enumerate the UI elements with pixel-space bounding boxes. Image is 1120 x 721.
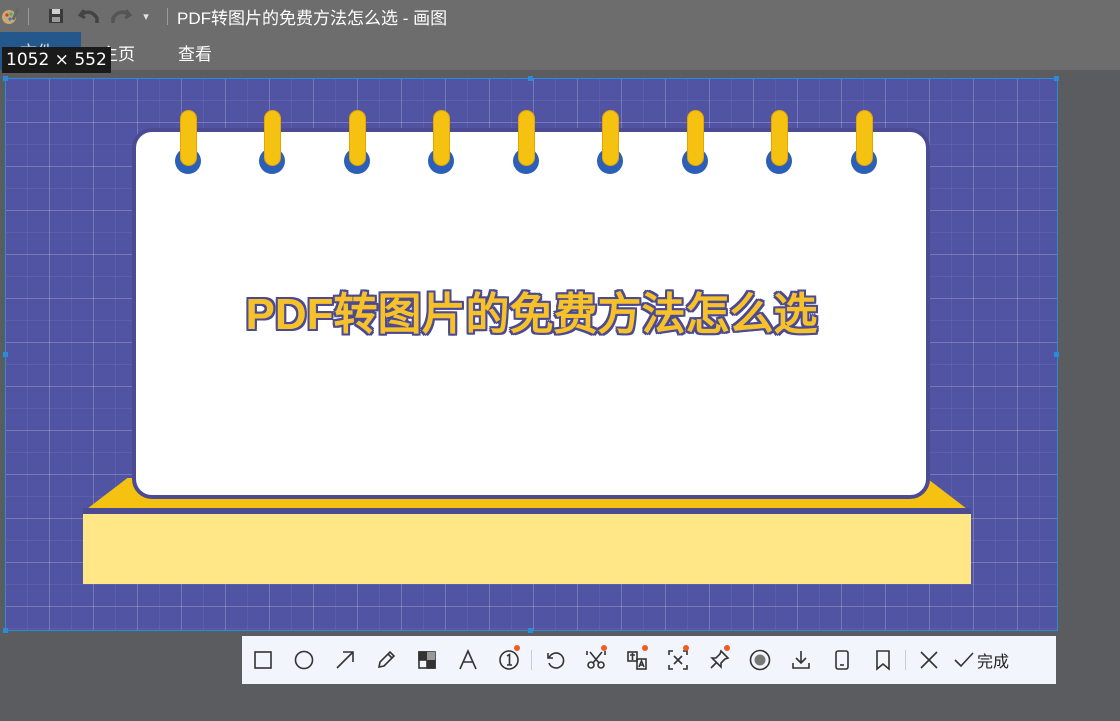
canvas-headline: PDF转图片的免费方法怎么选 [245, 290, 818, 339]
binder-ring [518, 110, 535, 166]
circle-icon [294, 650, 313, 670]
arrow-tool[interactable] [324, 636, 365, 684]
binder-ring [856, 110, 873, 166]
tab-view[interactable]: 查看 [178, 40, 212, 65]
ocr-tool[interactable] [657, 636, 698, 684]
undo-icon [546, 652, 564, 669]
pin-icon [709, 649, 729, 669]
resize-handle[interactable] [528, 76, 533, 81]
dropdown-arrow-icon[interactable]: ▾ [139, 5, 153, 27]
bookmark-icon [875, 650, 890, 671]
binder-ring [264, 110, 281, 166]
calendar-base-front [83, 514, 971, 584]
close-tool[interactable] [908, 636, 949, 684]
done-button[interactable]: 完成 [949, 636, 1009, 684]
window-title: PDF转图片的免费方法怎么选 - 画图 [177, 9, 448, 28]
scissors-icon [585, 651, 606, 669]
new-badge [683, 645, 689, 651]
pen-tool[interactable] [365, 636, 406, 684]
binder-ring [180, 110, 197, 166]
mosaic-icon [417, 651, 436, 669]
undo-tool[interactable] [534, 636, 575, 684]
translate-tool[interactable] [616, 636, 657, 684]
resize-handle[interactable] [1054, 352, 1059, 357]
binder-ring [602, 110, 619, 166]
number-tool[interactable] [488, 636, 529, 684]
menu-bar: 主页 查看 [0, 32, 1120, 70]
binder-ring [433, 110, 450, 166]
done-label: 完成 [977, 654, 1010, 671]
toolbar-divider [28, 8, 29, 25]
cutout-tool[interactable] [575, 636, 616, 684]
rectangle-icon [253, 651, 272, 669]
undo-icon[interactable] [77, 5, 101, 27]
numbered-marker-icon [498, 650, 519, 670]
record-tool[interactable] [739, 636, 780, 684]
bookmark-tool[interactable] [862, 636, 903, 684]
selection-size-label: 1052 × 552 [2, 47, 111, 73]
new-badge [514, 645, 520, 651]
paint-app-icon [0, 5, 22, 27]
pencil-icon [377, 650, 395, 669]
screenshot-toolbar: 完成 [242, 636, 1056, 684]
resize-handle[interactable] [3, 352, 8, 357]
resize-handle[interactable] [3, 628, 8, 633]
resize-handle[interactable] [3, 76, 8, 81]
record-icon [749, 649, 770, 671]
binder-ring [687, 110, 704, 166]
checkmark-icon [954, 652, 974, 668]
title-bar: ▾ PDF转图片的免费方法怎么选 - 画图 [0, 0, 1120, 32]
binder-ring [771, 110, 788, 166]
download-icon [791, 651, 810, 669]
title-divider [167, 8, 168, 25]
text-tool[interactable] [447, 636, 488, 684]
phone-tool[interactable] [821, 636, 862, 684]
arrow-icon [335, 651, 354, 669]
download-tool[interactable] [780, 636, 821, 684]
toolbar-divider [905, 650, 906, 670]
binder-ring [349, 110, 366, 166]
translate-icon [626, 651, 647, 670]
toolbar-divider [531, 650, 532, 670]
save-icon[interactable] [45, 5, 67, 27]
ellipse-tool[interactable] [283, 636, 324, 684]
new-badge [724, 645, 730, 651]
phone-icon [834, 650, 849, 670]
pin-tool[interactable] [698, 636, 739, 684]
text-icon [458, 649, 477, 670]
resize-handle[interactable] [528, 628, 533, 633]
new-badge [642, 645, 648, 651]
close-icon [919, 651, 938, 669]
mosaic-tool[interactable] [406, 636, 447, 684]
resize-handle[interactable] [1054, 76, 1059, 81]
redo-icon[interactable] [109, 5, 133, 27]
new-badge [601, 645, 607, 651]
text-recognition-icon [667, 650, 688, 670]
rectangle-tool[interactable] [242, 636, 283, 684]
image-canvas[interactable]: PDF转图片的免费方法怎么选 [5, 78, 1058, 631]
